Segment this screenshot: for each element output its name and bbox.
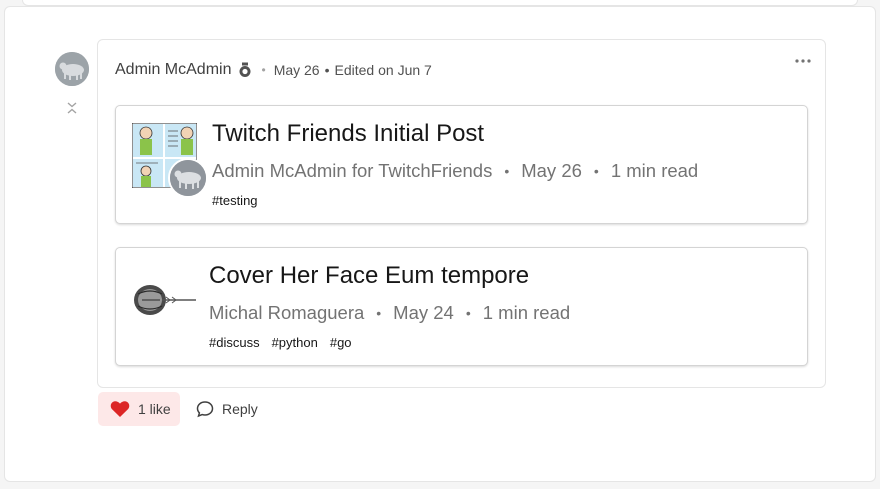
embedded-article-card[interactable]: Cover Her Face Eum tempore Michal Romagu… [115,247,808,366]
article-title[interactable]: Twitch Friends Initial Post [212,120,484,148]
edited-date: Edited on Jun 7 [334,62,432,78]
comment-meta: Admin McAdmin • May 26 • Edited on Jun 7 [115,60,432,80]
reply-button[interactable]: Reply [190,392,270,426]
tag-link[interactable]: #go [330,335,352,350]
tag-link[interactable]: #discuss [209,335,260,350]
meta-separator: • [324,62,330,78]
article-read-time: 1 min read [610,160,699,181]
byline-separator: • [593,163,599,179]
article-date: May 24 [393,302,454,323]
commenter-avatar[interactable] [55,52,89,86]
article-tags: #testing [212,193,258,208]
article-read-time: 1 min read [482,302,571,323]
article-author-avatar[interactable] [132,282,196,318]
tag-link[interactable]: #testing [212,193,258,208]
like-count: 1 like [138,401,171,417]
comment-bubble-icon [196,401,214,418]
byline-separator: • [465,305,471,321]
byline-separator: • [504,163,510,179]
heart-icon [110,401,130,417]
article-author[interactable]: Admin McAdmin for TwitchFriends [212,160,492,182]
article-date: May 26 [521,160,582,181]
article-tags: #discuss #python #go [209,335,352,350]
tag-link[interactable]: #python [272,335,318,350]
byline-separator: • [376,305,382,321]
article-byline: Michal Romaguera • May 24 • 1 min read [209,302,570,324]
article-byline: Admin McAdmin for TwitchFriends • May 26… [212,160,698,182]
collapse-icon[interactable] [64,100,80,116]
embedded-article-card[interactable]: Twitch Friends Initial Post Admin McAdmi… [115,105,808,224]
comment-date[interactable]: May 26 [274,62,320,78]
article-author-avatar[interactable] [168,158,208,198]
reply-label: Reply [222,401,258,417]
meta-dot: • [261,63,266,77]
article-author[interactable]: Michal Romaguera [209,302,364,324]
like-button[interactable]: 1 like [98,392,180,426]
article-title[interactable]: Cover Her Face Eum tempore [209,262,529,290]
avatar-image [55,52,89,86]
more-horizontal-icon[interactable] [794,54,812,68]
comment-author[interactable]: Admin McAdmin [115,61,231,79]
medal-icon [237,62,253,78]
